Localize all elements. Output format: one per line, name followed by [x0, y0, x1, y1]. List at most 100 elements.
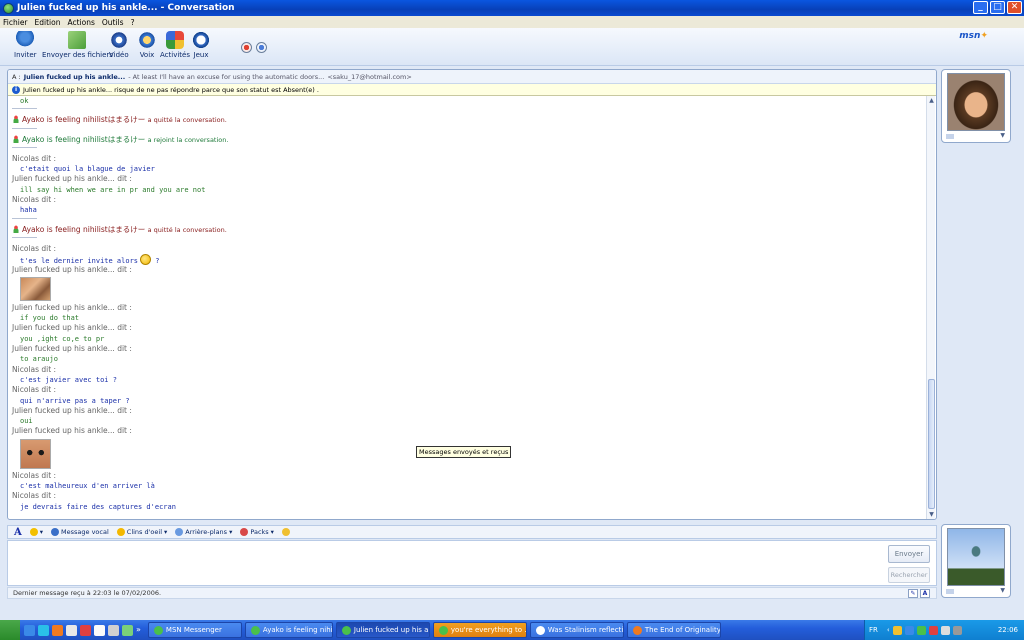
handwriting-icon[interactable]: ✎ — [908, 589, 918, 598]
chevron-down-icon[interactable]: ▼ — [1000, 132, 1005, 139]
menu-bar: Fichier Edition Actions Outils ? — [0, 16, 1024, 28]
scroll-down-arrow-icon[interactable]: ▼ — [928, 511, 935, 519]
tray-messenger-icon[interactable] — [916, 625, 926, 635]
message-header: Nicolas dit : — [12, 470, 57, 480]
task-end-of-originality[interactable]: The End of Originality ... — [626, 622, 721, 638]
invite-button[interactable]: Inviter — [14, 31, 37, 59]
custom-emoticon-image[interactable] — [20, 276, 51, 301]
message-body: haha — [20, 206, 37, 215]
menu-edition[interactable]: Edition — [35, 18, 61, 27]
menu-fichier[interactable]: Fichier — [3, 18, 28, 27]
emoticon-button[interactable]: ▾ — [29, 528, 43, 536]
expand-icon[interactable] — [946, 589, 954, 594]
tray-expand-icon[interactable]: ‹ — [887, 626, 890, 634]
invite-label: Inviter — [14, 51, 37, 59]
chevron-down-icon[interactable]: ▼ — [1000, 587, 1005, 594]
task-julien[interactable]: Julien fucked up his an... — [335, 622, 430, 638]
tray-app-icon[interactable] — [904, 625, 914, 635]
message-body: c'est malheureux d'en arriver là — [20, 482, 155, 491]
expand-icon[interactable] — [946, 134, 954, 139]
task-youre-everything[interactable]: you're everything to ... — [432, 622, 527, 638]
task-msn-messenger[interactable]: MSN Messenger — [147, 622, 242, 638]
winks-button[interactable]: Clins d'oeil ▾ — [116, 528, 167, 536]
toolbar: Inviter Envoyer des fichiers Vidéo Voix … — [0, 28, 1024, 66]
status-bar: Dernier message reçu à 22:03 le 07/02/20… — [7, 587, 937, 599]
packs-button[interactable]: Packs ▾ — [240, 528, 274, 536]
text-mode-icon[interactable]: A — [920, 589, 930, 598]
title-bar: Julien fucked up his ankle... - Conversa… — [0, 0, 1024, 16]
message-input[interactable]: Envoyer Rechercher — [7, 540, 937, 586]
tray-network-icon[interactable] — [940, 625, 950, 635]
to-prefix: A : — [12, 72, 21, 81]
microphone-icon — [51, 528, 60, 536]
task-ayako[interactable]: Ayako is feeling nihilist... — [244, 622, 333, 638]
backgrounds-button[interactable]: Arrière-plans ▾ — [175, 528, 232, 536]
voice-button[interactable]: Voix — [138, 31, 156, 59]
message-header: Julien fucked up his ankle... dit : — [12, 323, 132, 333]
mail-icon[interactable] — [66, 624, 77, 636]
scroll-thumb[interactable] — [928, 379, 935, 509]
search-button[interactable]: Rechercher — [888, 567, 930, 583]
app-icon[interactable] — [122, 624, 133, 636]
menu-actions[interactable]: Actions — [67, 18, 94, 27]
video-button[interactable]: Vidéo — [109, 31, 129, 59]
games-button[interactable]: Jeux — [192, 31, 210, 59]
message-header: Julien fucked up his ankle... dit : — [12, 174, 132, 184]
my-avatar — [947, 528, 1005, 586]
message-body: c'est javier avec toi ? — [20, 375, 117, 384]
separator — [12, 236, 37, 238]
task-stalinism[interactable]: Was Stalinism reflectiv... — [529, 622, 624, 638]
scroll-up-arrow-icon[interactable]: ▲ — [928, 97, 935, 105]
message-body: t'es le dernier invite alors ? — [12, 254, 928, 266]
message-header: Julien fucked up his ankle... dit : — [12, 405, 132, 415]
tray-app-icon[interactable] — [928, 625, 938, 635]
player-icon[interactable] — [94, 624, 105, 636]
firefox-icon[interactable] — [52, 624, 63, 636]
minimize-button[interactable]: _ — [973, 1, 988, 14]
tray-app-icon[interactable] — [892, 625, 902, 635]
messenger-icon — [438, 625, 448, 635]
custom-emoticon-image[interactable] — [20, 438, 51, 469]
close-button[interactable]: ✕ — [1007, 1, 1022, 14]
disc-icon[interactable] — [108, 624, 119, 636]
voice-label: Voix — [139, 51, 155, 59]
nudge-button[interactable] — [281, 528, 290, 536]
menu-help[interactable]: ? — [131, 18, 135, 27]
history-scrollbar[interactable]: ▲ ▼ — [926, 96, 935, 519]
to-row: A : Julien fucked up his ankle... - At l… — [8, 70, 936, 84]
separator — [12, 146, 37, 148]
send-files-button[interactable]: Envoyer des fichiers — [42, 31, 113, 59]
theme-icon[interactable] — [256, 42, 267, 53]
clock[interactable]: 22:06 — [998, 626, 1018, 634]
message-header: Nicolas dit : — [12, 491, 57, 501]
message-header: Julien fucked up his ankle... dit : — [12, 426, 132, 436]
last-message-status: Dernier message reçu à 22:03 le 07/02/20… — [13, 589, 162, 597]
media-icon[interactable] — [80, 624, 91, 636]
quick-launch: » — [20, 624, 145, 636]
block-icon[interactable] — [241, 42, 252, 53]
contact-left-icon — [12, 115, 20, 124]
separator — [12, 217, 37, 219]
message-header: Julien fucked up his ankle... dit : — [12, 302, 132, 312]
contact-display-picture[interactable]: ▼ — [941, 69, 1011, 143]
message-body: to araujo — [20, 355, 58, 364]
tray-volume-icon[interactable] — [952, 625, 962, 635]
my-display-picture[interactable]: ▼ — [941, 524, 1011, 598]
document-icon — [535, 625, 545, 635]
voice-clip-button[interactable]: Message vocal — [51, 528, 109, 536]
send-button[interactable]: Envoyer — [888, 545, 930, 563]
start-button[interactable] — [0, 620, 20, 640]
menu-outils[interactable]: Outils — [102, 18, 124, 27]
contact-name[interactable]: Julien fucked up his ankle... — [24, 73, 126, 81]
quick-launch-overflow[interactable]: » — [136, 625, 141, 636]
maximize-button[interactable]: □ — [990, 1, 1005, 14]
firefox-icon — [632, 625, 642, 635]
font-button[interactable]: A — [14, 527, 22, 538]
desktop-icon[interactable] — [24, 624, 35, 636]
language-indicator[interactable]: FR — [869, 626, 878, 634]
tooltip: Messages envoyés et reçus — [416, 446, 512, 458]
activities-button[interactable]: Activités — [160, 31, 190, 59]
system-tray: FR ‹ 22:06 — [864, 620, 1024, 640]
window-title: Julien fucked up his ankle... - Conversa… — [17, 3, 235, 13]
browser-icon[interactable] — [38, 624, 49, 636]
